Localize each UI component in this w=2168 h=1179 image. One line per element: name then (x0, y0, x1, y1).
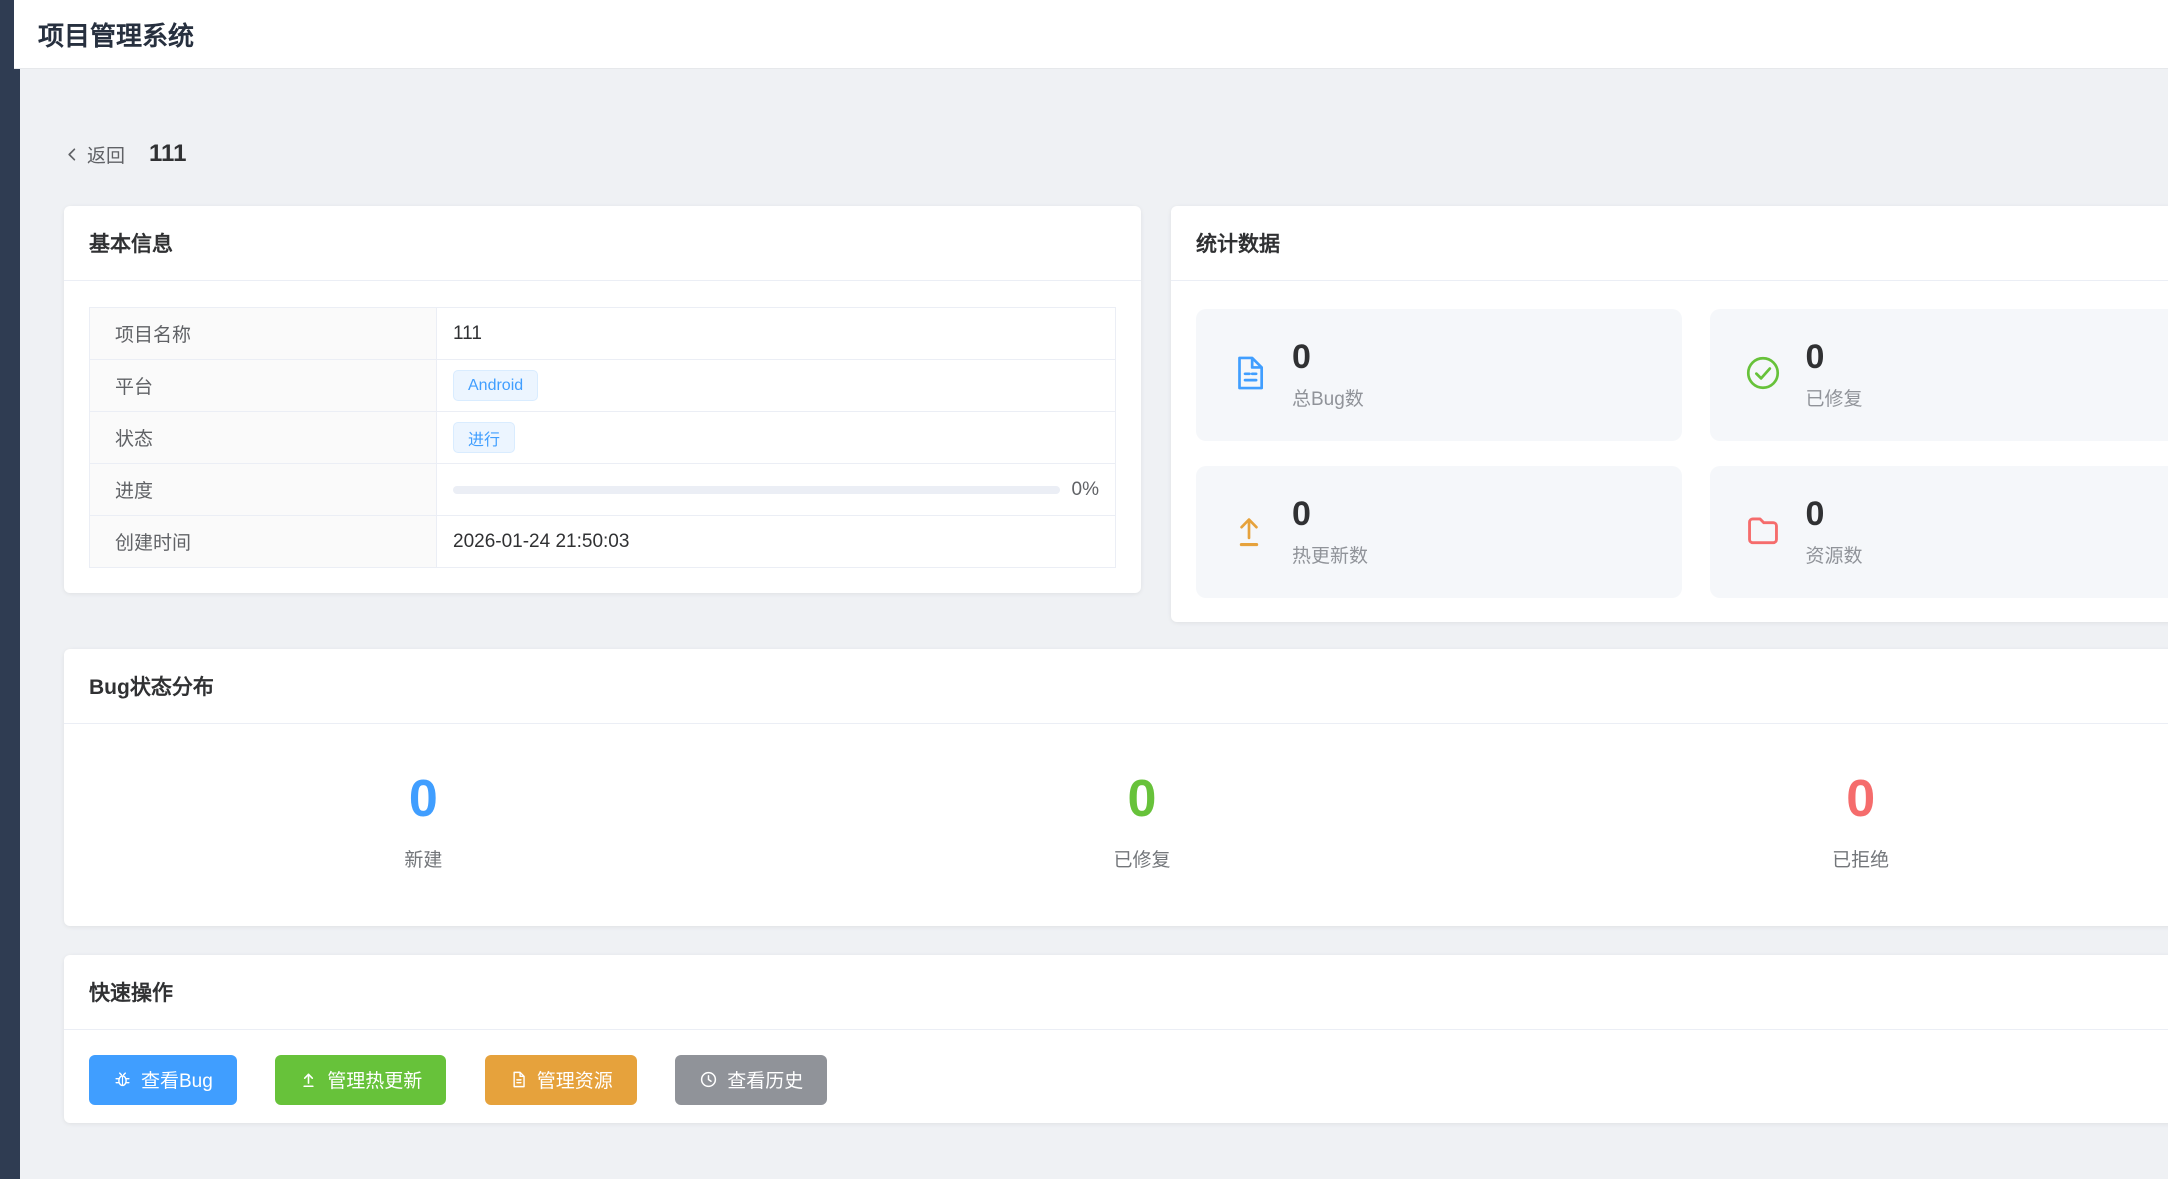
bug-stat-value: 0 (783, 772, 1502, 827)
row-label: 进度 (90, 464, 437, 516)
manage-hot-updates-button[interactable]: 管理热更新 (275, 1055, 446, 1105)
row-label: 状态 (90, 412, 437, 464)
stat-value: 0 (1292, 339, 1364, 376)
folder-icon (1744, 511, 1782, 554)
back-button[interactable]: 返回 (64, 141, 125, 168)
stat-label: 热更新数 (1292, 541, 1368, 568)
circle-check-icon (1744, 354, 1782, 397)
bug-stat-fixed: 0 已修复 (783, 772, 1502, 872)
table-row: 进度 0% (90, 464, 1116, 516)
statistics-card: 统计数据 0 总Bug数 (1171, 206, 2168, 622)
project-name-value: 111 (437, 308, 1116, 360)
page-title: 111 (149, 140, 186, 168)
stat-hot-updates: 0 热更新数 (1196, 466, 1682, 598)
button-label: 管理热更新 (327, 1066, 422, 1093)
bug-stat-new: 0 新建 (64, 772, 783, 872)
quick-actions-card-title: 快速操作 (64, 955, 2168, 1030)
bug-distribution-card-title: Bug状态分布 (64, 649, 2168, 724)
document-icon (1230, 354, 1268, 397)
created-time-value: 2026-01-24 21:50:03 (437, 516, 1116, 568)
stat-resources: 0 资源数 (1710, 466, 2168, 598)
basic-info-card: 基本信息 项目名称 111 平台 Android (64, 206, 1141, 593)
table-row: 平台 Android (90, 360, 1116, 412)
collapsed-sidebar-rail (0, 0, 20, 1179)
bug-icon (113, 1070, 132, 1089)
stat-label: 总Bug数 (1292, 384, 1364, 411)
stat-label: 已修复 (1806, 384, 1863, 411)
row-label: 项目名称 (90, 308, 437, 360)
table-row: 项目名称 111 (90, 308, 1116, 360)
chevron-left-icon (64, 146, 81, 163)
bug-stat-value: 0 (1501, 772, 2168, 827)
back-label: 返回 (87, 141, 125, 168)
row-label: 创建时间 (90, 516, 437, 568)
table-row: 创建时间 2026-01-24 21:50:03 (90, 516, 1116, 568)
platform-tag: Android (453, 370, 538, 401)
stat-value: 0 (1806, 496, 1863, 533)
upload-icon (1230, 511, 1268, 554)
stat-label: 资源数 (1806, 541, 1863, 568)
bug-stat-value: 0 (64, 772, 783, 827)
row-label: 平台 (90, 360, 437, 412)
button-label: 查看Bug (141, 1066, 213, 1093)
bug-distribution-card: Bug状态分布 0 新建 0 已修复 0 已拒绝 (64, 649, 2168, 926)
bug-stat-label: 新建 (64, 845, 783, 872)
basic-info-table: 项目名称 111 平台 Android 状态 进行 (89, 307, 1116, 568)
progress-percent: 0% (1072, 479, 1099, 501)
view-bugs-button[interactable]: 查看Bug (89, 1055, 237, 1105)
app-title: 项目管理系统 (38, 16, 194, 53)
quick-actions-card: 快速操作 查看Bug (64, 955, 2168, 1123)
progress-bar: 0% (453, 479, 1099, 501)
manage-resources-button[interactable]: 管理资源 (485, 1055, 637, 1105)
stat-value: 0 (1292, 496, 1368, 533)
statistics-card-title: 统计数据 (1171, 206, 2168, 281)
bug-stat-rejected: 0 已拒绝 (1501, 772, 2168, 872)
app-header: 项目管理系统 (14, 0, 2168, 69)
upload-icon (299, 1070, 318, 1089)
status-tag: 进行 (453, 422, 515, 453)
stat-total-bugs: 0 总Bug数 (1196, 309, 1682, 441)
view-history-button[interactable]: 查看历史 (675, 1055, 827, 1105)
table-row: 状态 进行 (90, 412, 1116, 464)
main-content: 返回 111 基本信息 项目名称 111 平台 (20, 70, 2168, 1179)
stat-fixed: 0 已修复 (1710, 309, 2168, 441)
button-label: 管理资源 (537, 1066, 613, 1093)
stat-value: 0 (1806, 339, 1863, 376)
document-icon (509, 1070, 528, 1089)
bug-stat-label: 已修复 (783, 845, 1502, 872)
button-label: 查看历史 (727, 1066, 803, 1093)
progress-track (453, 486, 1060, 494)
bug-stat-label: 已拒绝 (1501, 845, 2168, 872)
basic-info-card-title: 基本信息 (64, 206, 1141, 281)
page-header: 返回 111 (64, 136, 2168, 172)
clock-icon (699, 1070, 718, 1089)
